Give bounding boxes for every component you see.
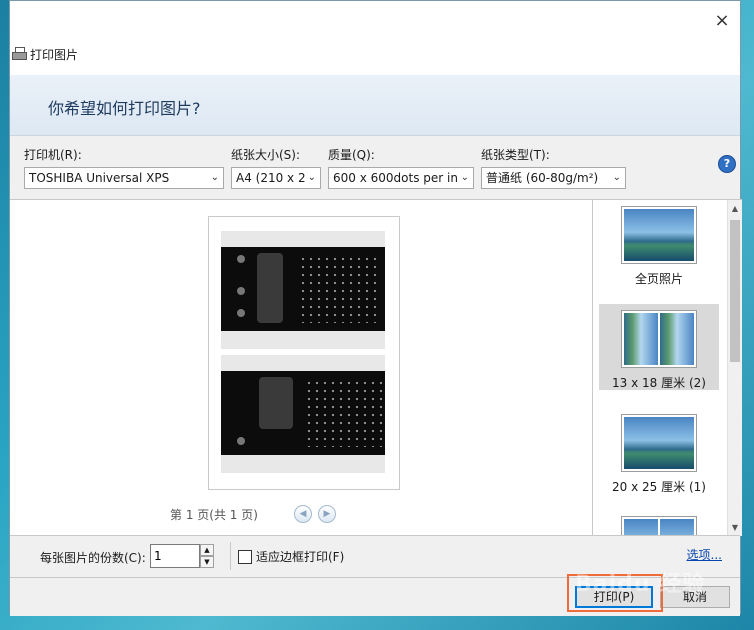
- chevron-down-icon: ⌄: [460, 172, 469, 183]
- fit-to-frame-checkbox[interactable]: [238, 549, 252, 564]
- printer-value: TOSHIBA Universal XPS: [29, 171, 170, 185]
- close-button[interactable]: ×: [712, 11, 732, 31]
- paper-size-label: 纸张大小(S):: [231, 148, 301, 162]
- options-link[interactable]: 选项...: [687, 546, 722, 563]
- copies-stepper[interactable]: ▲ ▼: [150, 544, 214, 568]
- layout-item-13x18[interactable]: 13 x 18 厘米 (2): [599, 304, 719, 390]
- paper-size-select[interactable]: A4 (210 x 2 ⌄: [231, 167, 321, 189]
- page-heading: 你希望如何打印图片?: [48, 99, 201, 118]
- copies-label: 每张图片的份数(C):: [40, 551, 146, 565]
- paper-type-select[interactable]: 普通纸 (60-80g/m²) ⌄: [481, 167, 626, 189]
- layout-list: 全页照片 13 x 18 厘米 (2) 20 x 25 厘米 (1) ▲ ▼: [592, 199, 742, 536]
- scroll-up-arrow-icon[interactable]: ▲: [728, 204, 742, 213]
- fit-to-frame-option[interactable]: 适应边框打印(F): [238, 548, 344, 565]
- page-indicator: 第 1 页(共 1 页): [170, 507, 258, 522]
- chevron-down-icon: ⌄: [307, 172, 316, 183]
- layout-item-20x25[interactable]: 20 x 25 厘米 (1): [599, 408, 719, 494]
- preview-photo-bottom: [221, 355, 385, 473]
- layout-thumbnail: [621, 414, 697, 472]
- window-title: 打印图片: [12, 45, 78, 63]
- preview-page: [208, 216, 400, 490]
- layout-item-full-page[interactable]: 全页照片: [599, 200, 719, 286]
- preview-photo-top: [221, 231, 385, 349]
- help-icon[interactable]: ?: [718, 155, 736, 173]
- layout-label: 全页照片: [634, 272, 683, 286]
- printer-label: 打印机(R):: [24, 148, 82, 162]
- paper-size-value: A4 (210 x 2: [236, 171, 306, 185]
- layout-item-next[interactable]: [599, 510, 719, 536]
- layout-label: 20 x 25 厘米 (1): [612, 480, 706, 494]
- window-title-text: 打印图片: [30, 47, 79, 62]
- quality-label: 质量(Q):: [328, 148, 375, 162]
- title-bar: × 打印图片: [10, 1, 740, 75]
- print-preview: 第 1 页(共 1 页) ◀ ▶: [10, 199, 592, 536]
- chevron-down-icon: ⌄: [612, 172, 621, 183]
- watermark-logo: Baidu 经验: [575, 572, 706, 597]
- paper-type-label: 纸张类型(T):: [481, 148, 550, 162]
- printer-select[interactable]: TOSHIBA Universal XPS ⌄: [24, 167, 224, 189]
- quality-value: 600 x 600dots per in: [333, 171, 458, 185]
- layout-scrollbar[interactable]: ▲ ▼: [727, 200, 742, 536]
- pager: 第 1 页(共 1 页) ◀ ▶: [170, 505, 336, 523]
- header-band: 你希望如何打印图片?: [10, 75, 740, 136]
- next-page-button[interactable]: ▶: [317, 505, 336, 523]
- layout-thumbnail: [621, 310, 697, 368]
- layout-label: 13 x 18 厘米 (2): [612, 376, 706, 390]
- stepper-up-icon[interactable]: ▲: [200, 544, 214, 556]
- printer-icon: [12, 47, 27, 61]
- print-pictures-dialog: × 打印图片 你希望如何打印图片? 打印机(R): TOSHIBA Univer…: [9, 0, 742, 616]
- stepper-down-icon[interactable]: ▼: [200, 556, 214, 568]
- divider: [230, 542, 231, 570]
- quality-select[interactable]: 600 x 600dots per in ⌄: [328, 167, 474, 189]
- prev-page-button[interactable]: ◀: [293, 505, 312, 523]
- chevron-down-icon: ⌄: [210, 172, 219, 183]
- paper-type-value: 普通纸 (60-80g/m²): [486, 171, 599, 185]
- scrollbar-thumb[interactable]: [730, 220, 740, 362]
- copies-input[interactable]: [150, 544, 200, 568]
- scroll-down-arrow-icon[interactable]: ▼: [728, 523, 742, 532]
- layout-thumbnail: [621, 206, 697, 264]
- layout-thumbnail: [621, 516, 697, 536]
- fit-to-frame-label: 适应边框打印(F): [256, 550, 345, 564]
